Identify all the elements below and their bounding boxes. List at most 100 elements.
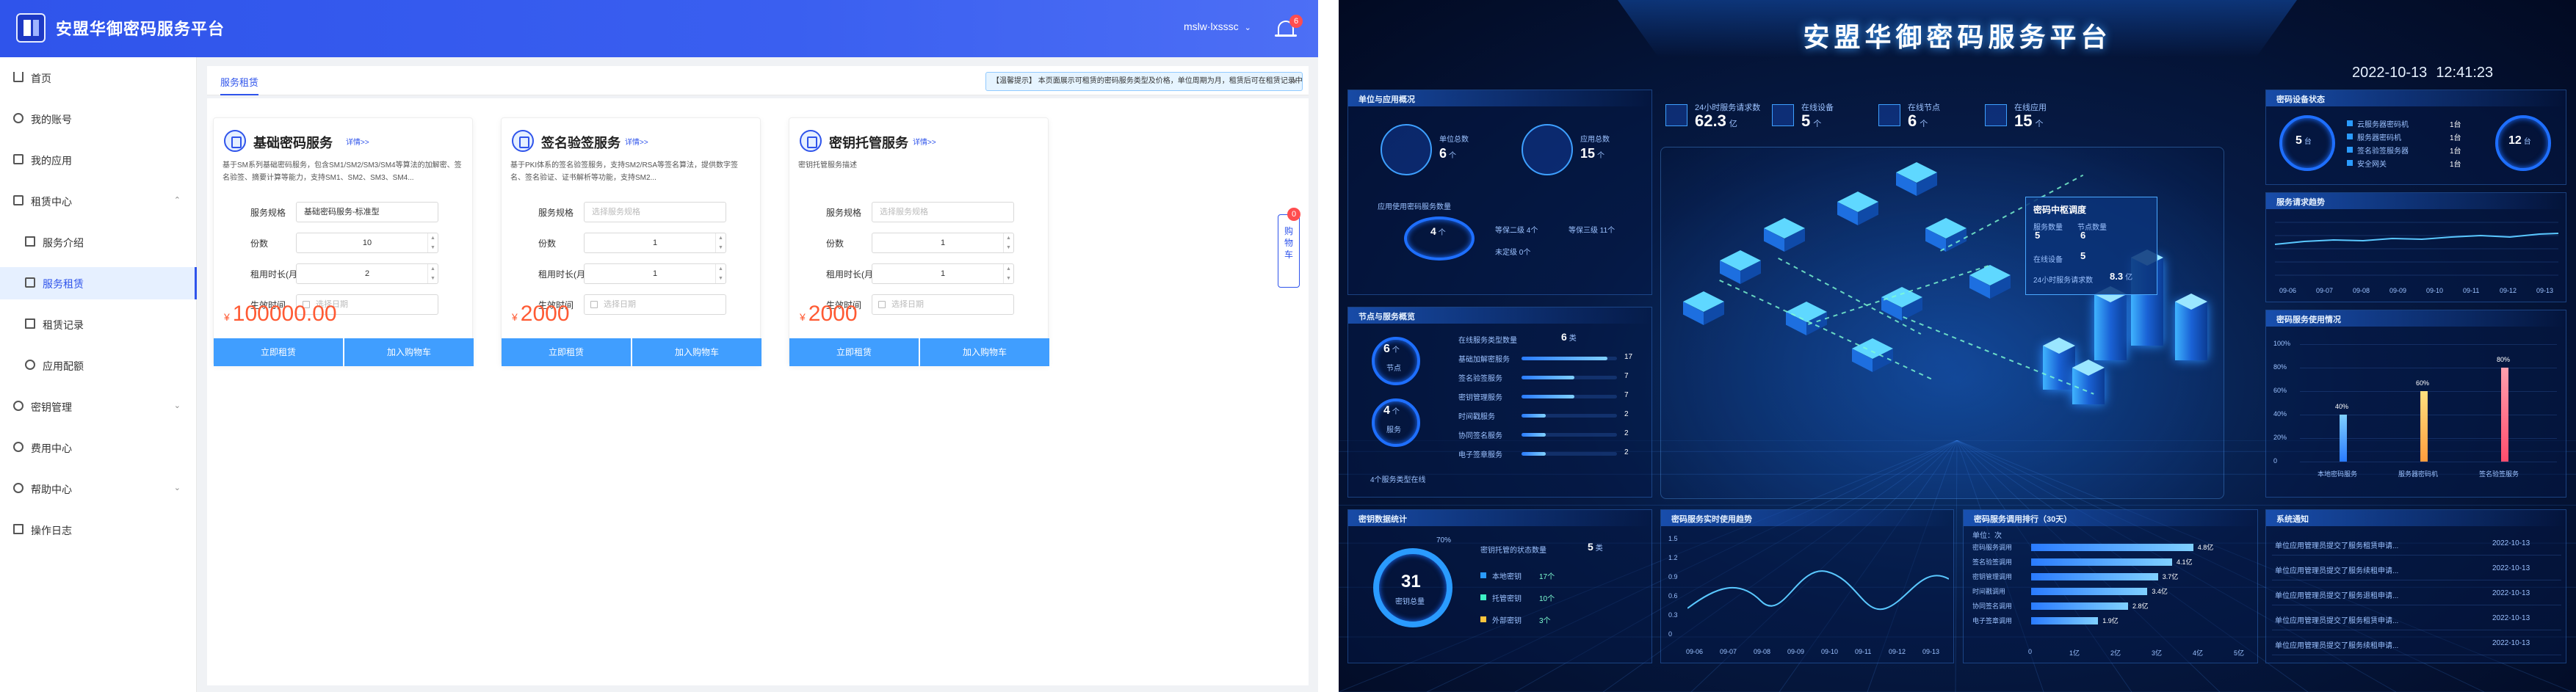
field-row-months: 租用时长(月) 2 ▲ ▼ <box>214 262 474 285</box>
y-tick-label: 20% <box>2273 434 2287 441</box>
trend-line-chart <box>2275 222 2558 276</box>
sidebar-item-label: 租赁中心 <box>31 196 72 208</box>
sidebar-item-8[interactable]: 密钥管理 ⌄ <box>0 390 197 423</box>
ranking-bar <box>2031 544 2193 551</box>
start-date-picker[interactable]: 选择日期 <box>872 294 1014 315</box>
sidebar-item-11[interactable]: 操作日志 <box>0 514 197 546</box>
rent-now-button[interactable]: 立即租赁 <box>214 338 343 366</box>
y-tick-label: 80% <box>2273 363 2287 371</box>
alert-row[interactable]: 单位应用管理员提交了服务租赁申请... 2022-10-13 <box>2272 610 2561 630</box>
alert-row[interactable]: 单位应用管理员提交了服务退租申请... 2022-10-13 <box>2272 585 2561 605</box>
clock: 2022-10-13 12:41:23 <box>2352 65 2493 81</box>
start-date-picker[interactable]: 选择日期 <box>584 294 726 315</box>
cart-label: 购物车 <box>1284 226 1294 260</box>
key-item-value: 17个 <box>1539 573 1555 581</box>
sidebar-item-4[interactable]: 服务介绍 <box>0 226 197 258</box>
sidebar-item-label: 费用中心 <box>31 442 72 454</box>
tab-service-lease[interactable]: 服务租赁 <box>220 75 259 95</box>
rent-now-button[interactable]: 立即租赁 <box>502 338 631 366</box>
alert-row[interactable]: 单位应用管理员提交了服务续租申请... 2022-10-13 <box>2272 635 2561 655</box>
alert-text: 单位应用管理员提交了服务退租申请... <box>2275 592 2399 600</box>
qty-value: 10 <box>362 238 372 247</box>
ranking-value: 2.8亿 <box>2132 602 2149 610</box>
card-buttons: 立即租赁 加入购物车 <box>214 338 474 366</box>
x-tick-label: 09-13 <box>2536 287 2554 294</box>
cart-float-button[interactable]: 0 购物车 <box>1278 208 1300 288</box>
apps-sub-label: 应用使用密码服务数量 <box>1378 203 1451 211</box>
apps-platform-ring <box>1404 216 1475 261</box>
sidebar-item-0[interactable]: 首页 <box>0 62 197 94</box>
months-stepper[interactable]: 1 ▲ ▼ <box>584 263 726 284</box>
device-value: 1台 <box>2450 121 2461 129</box>
user-menu[interactable]: mslw·lxsssc ⌄ <box>1184 21 1251 32</box>
months-stepper[interactable]: 1 ▲ ▼ <box>872 263 1014 284</box>
alert-row[interactable]: 单位应用管理员提交了服务租赁申请... 2022-10-13 <box>2272 535 2561 556</box>
sidebar-item-6[interactable]: 租赁记录 <box>0 308 197 340</box>
notification-badge: 6 <box>1289 15 1303 28</box>
notification-bell-icon[interactable]: 6 <box>1275 15 1303 41</box>
field-row-spec: 服务规格 基础密码服务-标准型 <box>214 200 474 224</box>
sidebar-item-5[interactable]: 服务租赁 <box>0 267 197 299</box>
key-total-value: 31 <box>1401 572 1421 591</box>
details-link[interactable]: 详情>> <box>913 136 936 147</box>
price-value: ¥2000 <box>800 302 858 327</box>
service-spec-select[interactable]: 选择服务规格 <box>872 202 1014 222</box>
sidebar-item-2[interactable]: 我的应用 <box>0 144 197 176</box>
tower-building-icon <box>2094 294 2127 360</box>
stepper-arrows-icon: ▲ ▼ <box>427 264 438 283</box>
x-tick-label: 09-11 <box>2463 287 2480 294</box>
apps-value: 15 个 <box>1580 146 1605 161</box>
x-tick-label: 09-07 <box>2316 287 2334 294</box>
bar-fill <box>1522 376 1574 379</box>
quantity-stepper[interactable]: 10 ▲ ▼ <box>296 233 438 253</box>
tab-bar: 服务租赁 【温馨提示】 本页面展示可租赁的密码服务类型及价格，单位周期为月，租赁… <box>207 66 1309 95</box>
service-spec-select[interactable]: 选择服务规格 <box>584 202 726 222</box>
stepper-arrows-icon: ▲ ▼ <box>715 233 726 252</box>
calendar-icon <box>590 301 598 308</box>
usage-panel-title: 密码服务使用情况 <box>2276 316 2341 324</box>
quantity-stepper[interactable]: 1 ▲ ▼ <box>872 233 1014 253</box>
service-spec-select[interactable]: 基础密码服务-标准型 <box>296 202 438 222</box>
months-stepper[interactable]: 2 ▲ ▼ <box>296 263 438 284</box>
ranking-name: 密码服务调用 <box>1972 544 2013 551</box>
ranking-unit: 单位：次 <box>1972 532 2002 540</box>
building-icon <box>1381 124 1432 175</box>
sidebar-item-10[interactable]: 帮助中心 ⌄ <box>0 473 197 505</box>
close-icon[interactable]: × <box>1292 73 1298 90</box>
add-to-cart-button[interactable]: 加入购物车 <box>344 338 474 366</box>
card-description: 基于PKI体系的签名验签服务，支持SM2/RSA等签名算法，提供数字签名、签名验… <box>510 161 739 182</box>
time-text: 12:41:23 <box>2436 65 2494 81</box>
kpi-value: 15 个 <box>2014 112 2043 131</box>
kpi-number: 6 <box>1908 112 1917 130</box>
quantity-stepper[interactable]: 1 ▲ ▼ <box>584 233 726 253</box>
record-icon <box>25 318 35 329</box>
price-value: ¥100000.00 <box>224 302 337 327</box>
node-value: 6个 <box>1383 343 1400 355</box>
add-to-cart-button[interactable]: 加入购物车 <box>632 338 761 366</box>
alert-row[interactable]: 单位应用管理员提交了服务续租申请... 2022-10-13 <box>2272 560 2561 580</box>
hub-info-popup[interactable]: 密码中枢调度 服务数量 节点数量 5 6 在线设备 5 24小时服务请求数 8.… <box>2025 197 2157 295</box>
add-to-cart-button[interactable]: 加入购物车 <box>920 338 1049 366</box>
kpi-value: 5个 <box>1801 112 1821 131</box>
months-value: 2 <box>364 269 370 278</box>
details-link[interactable]: 详情>> <box>625 136 648 147</box>
key-pct: 70% <box>1436 536 1452 545</box>
service-cards-panel: 基础密码服务 详情>> 基于SM系列基础密码服务，包含SM1/SM2/SM3/SM4… <box>207 98 1309 685</box>
keys-panel-title: 密钥数据统计 <box>1358 515 1407 524</box>
sidebar-item-label: 密钥管理 <box>31 401 72 413</box>
bars-title: 在线服务类型数量 <box>1458 337 1517 345</box>
service-type-bar <box>1522 376 1617 379</box>
sidebar-item-1[interactable]: 我的账号 <box>0 103 197 135</box>
details-link[interactable]: 详情>> <box>346 136 369 147</box>
y-tick-label: 100% <box>2273 340 2291 347</box>
usage-bar <box>2340 415 2347 462</box>
legend-item: 未定级 0个 <box>1495 249 1531 257</box>
doc-icon <box>25 236 35 247</box>
sidebar-item-9[interactable]: 费用中心 <box>0 431 197 464</box>
kpi-icon <box>1878 104 1900 126</box>
sidebar-item-3[interactable]: 租赁中心 ⌃ <box>0 185 197 217</box>
rent-now-button[interactable]: 立即租赁 <box>789 338 919 366</box>
sidebar-item-7[interactable]: 应用配额 <box>0 349 197 382</box>
bar-fill <box>1522 433 1546 437</box>
kpi-icon <box>1985 104 2007 126</box>
